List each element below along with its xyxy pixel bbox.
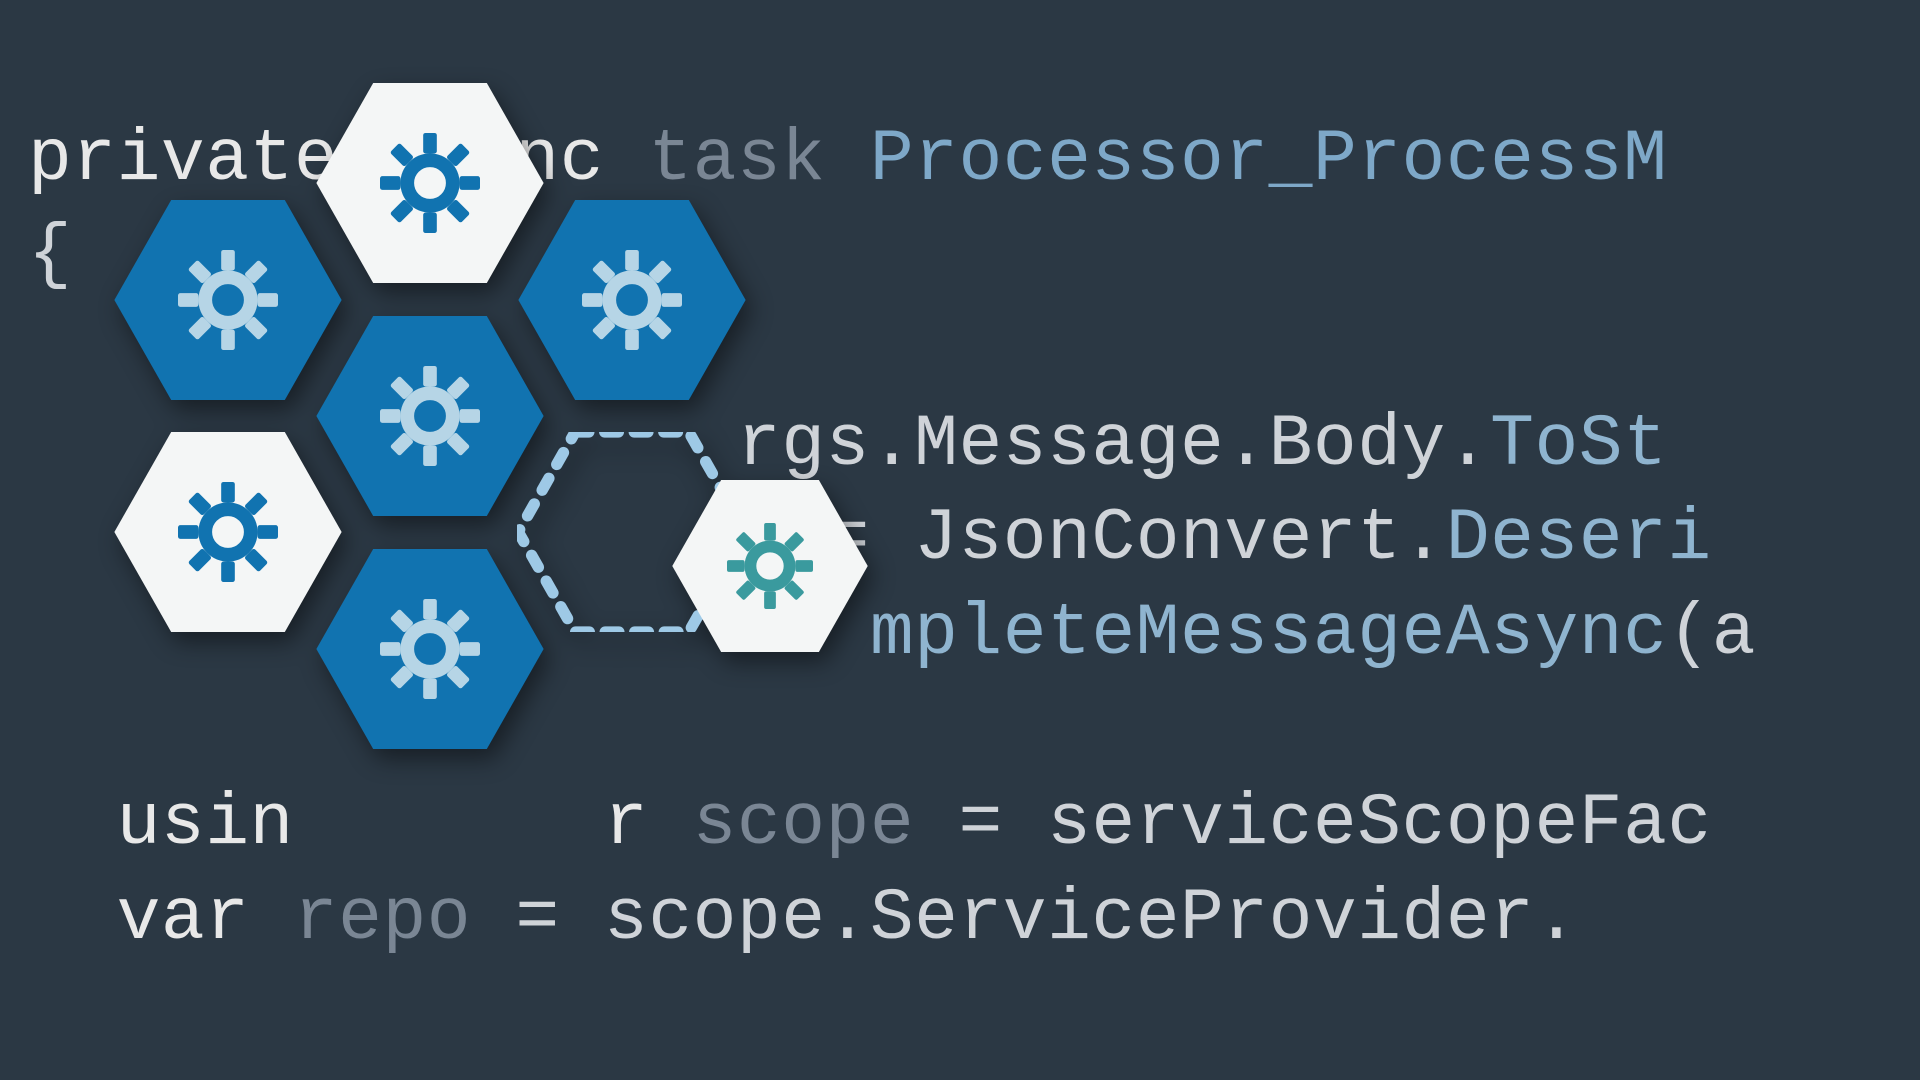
hex-center-icon [315,316,545,516]
id-repo: repo [294,877,471,960]
keyword-var: var [117,877,294,960]
hex-bottom-icon [315,549,545,749]
hex-detached-icon [670,480,870,652]
hex-left-icon [113,432,343,632]
brace-open: { [28,213,72,296]
rhs-scopefactory: serviceScopeFac [1047,782,1712,865]
hex-top-right-icon [517,200,747,400]
hex-top-left-icon [113,200,343,400]
prop-body: Body [1269,403,1446,486]
prop-message: Message [914,403,1224,486]
arg-a: a [1712,592,1756,675]
hexagon-cluster [85,95,935,835]
method-name: Processor_ProcessM [870,118,1668,201]
hex-top-icon [315,83,545,283]
call-deserialize: Deseri [1446,497,1712,580]
rhs-serviceprovider: scope.ServiceProvider [604,877,1534,960]
call-tostring: ToSt [1490,403,1667,486]
class-jsonconvert: JsonConvert [914,497,1401,580]
